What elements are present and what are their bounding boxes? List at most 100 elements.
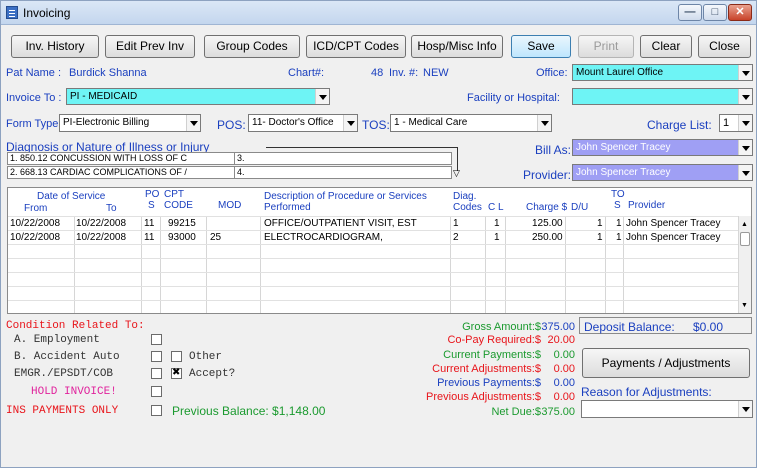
- chevron-down-icon[interactable]: [738, 89, 752, 104]
- payments-adjustments-button[interactable]: Payments / Adjustments: [582, 348, 750, 378]
- invoice-to-label: Invoice To :: [6, 92, 62, 104]
- row-charge: 250.00: [532, 232, 563, 243]
- condition-heading: Condition Related To:: [6, 320, 145, 332]
- row-diag: 1: [453, 218, 459, 229]
- group-codes-button[interactable]: Group Codes: [204, 35, 300, 58]
- row-from-date: 10/22/2008: [10, 218, 61, 229]
- print-button[interactable]: Print: [578, 35, 634, 58]
- pos-select[interactable]: 11- Doctor's Office: [248, 114, 358, 132]
- deposit-balance-value: $0.00: [693, 320, 724, 334]
- chevron-down-icon[interactable]: [343, 115, 357, 131]
- diagnosis-4[interactable]: 4.: [234, 166, 452, 179]
- chevron-down-icon[interactable]: [738, 65, 752, 80]
- accept-checkbox[interactable]: [171, 367, 182, 379]
- bill-as-label: Bill As:: [535, 143, 572, 157]
- diagnosis-2[interactable]: 2. 668.13 CARDIAC COMPLICATIONS OF /: [7, 166, 235, 179]
- gross-amount-label: Gross Amount:$: [462, 321, 541, 333]
- copay-required-value: 20.00: [547, 334, 575, 346]
- inv-history-button[interactable]: Inv. History: [11, 35, 99, 58]
- row-du: 1: [597, 232, 603, 243]
- scroll-up-icon[interactable]: ▲: [741, 221, 748, 228]
- row-mod: 25: [210, 232, 222, 243]
- scroll-down-icon[interactable]: ▼: [741, 302, 748, 309]
- diagnosis-3[interactable]: 3.: [234, 152, 452, 165]
- chevron-down-icon[interactable]: [738, 115, 752, 131]
- minimize-button[interactable]: —: [678, 4, 702, 21]
- service-lines-grid: Date of Service From To PO S CPT CODE MO…: [7, 187, 752, 314]
- charge-list-select[interactable]: 1: [719, 114, 753, 132]
- provider-value: John Spencer Tracey: [576, 167, 671, 178]
- col-header-to: To: [106, 203, 117, 214]
- invoice-app-icon: [6, 6, 18, 19]
- chevron-down-icon[interactable]: [186, 115, 200, 131]
- col-header-cpt: CPT: [164, 189, 184, 200]
- accident-auto-checkbox[interactable]: [151, 351, 162, 362]
- pos-value: 11- Doctor's Office: [252, 117, 334, 128]
- tos-select[interactable]: 1 - Medical Care: [390, 114, 552, 132]
- col-header-du: D/U: [571, 202, 589, 213]
- close-button[interactable]: Close: [698, 35, 751, 58]
- accident-auto-label: B. Accident Auto: [14, 351, 120, 363]
- chevron-down-icon[interactable]: [315, 89, 329, 104]
- row-tos: 1: [616, 232, 622, 243]
- col-header-tos-2: S: [614, 200, 621, 211]
- emgr-checkbox[interactable]: [151, 368, 162, 379]
- ins-payments-only-checkbox[interactable]: [151, 405, 162, 416]
- diagnosis-1[interactable]: 1. 850.12 CONCUSSION WITH LOSS OF C: [7, 152, 235, 165]
- net-due-label: Net Due:$: [491, 406, 541, 418]
- current-adjustments-label: Current Adjustments:$: [432, 363, 541, 375]
- office-value: Mount Laurel Office: [576, 67, 664, 78]
- row-to-date: 10/22/2008: [76, 232, 127, 243]
- tos-value: 1 - Medical Care: [394, 117, 468, 128]
- chevron-down-icon[interactable]: [537, 115, 551, 131]
- grid-row-line: [8, 258, 738, 259]
- row-provider: John Spencer Tracey: [626, 232, 721, 243]
- gross-amount-value: 375.00: [541, 321, 575, 333]
- hosp-misc-info-button[interactable]: Hosp/Misc Info: [411, 35, 503, 58]
- chevron-down-icon[interactable]: [738, 401, 752, 417]
- previous-balance: Previous Balance: $1,148.00: [172, 404, 326, 418]
- previous-payments-label: Previous Payments:$: [437, 377, 541, 389]
- form-type-value: PI-Electronic Billing: [63, 117, 150, 128]
- invoicing-window: Invoicing — □ ✕ Inv. History Edit Prev I…: [0, 0, 757, 468]
- close-window-button[interactable]: ✕: [728, 4, 752, 21]
- charge-list-label: Charge List:: [647, 118, 712, 132]
- office-select[interactable]: Mount Laurel Office: [572, 64, 753, 81]
- row-cl: 1: [494, 218, 500, 229]
- maximize-button[interactable]: □: [703, 4, 727, 21]
- reason-for-adjustments-select[interactable]: [581, 400, 753, 418]
- edit-prev-inv-button[interactable]: Edit Prev Inv: [105, 35, 195, 58]
- chevron-down-icon[interactable]: [738, 140, 752, 155]
- minimize-icon: —: [684, 6, 696, 18]
- inv-number-label: Inv. #:: [389, 67, 419, 79]
- form-type-select[interactable]: PI-Electronic Billing: [59, 114, 201, 132]
- hold-invoice-checkbox[interactable]: [151, 386, 162, 397]
- net-due-value: 375.00: [541, 406, 575, 418]
- accept-label: Accept?: [189, 368, 236, 380]
- save-button[interactable]: Save: [511, 35, 571, 58]
- grid-scrollbar[interactable]: ▲ ▼: [738, 216, 751, 313]
- clear-button[interactable]: Clear: [640, 35, 692, 58]
- other-checkbox[interactable]: [171, 351, 182, 362]
- scroll-thumb[interactable]: [740, 232, 750, 246]
- other-label: Other: [189, 351, 223, 363]
- invoice-to-select[interactable]: PI - MEDICAID: [66, 88, 330, 105]
- hold-invoice-label: HOLD INVOICE!: [31, 386, 117, 398]
- row-description: ELECTROCARDIOGRAM,: [264, 232, 383, 243]
- row-tos: 1: [616, 218, 622, 229]
- bill-as-select[interactable]: John Spencer Tracey: [572, 139, 753, 156]
- icd-cpt-codes-button[interactable]: ICD/CPT Codes: [306, 35, 406, 58]
- col-header-diag: Diag.: [453, 191, 477, 202]
- facility-label: Facility or Hospital:: [467, 92, 560, 104]
- provider-select[interactable]: John Spencer Tracey: [572, 164, 753, 181]
- previous-adjustments-value: 0.00: [553, 391, 575, 403]
- col-header-mod: MOD: [218, 200, 242, 211]
- current-payments-value: 0.00: [553, 349, 575, 361]
- facility-select[interactable]: [572, 88, 753, 105]
- previous-payments-value: 0.00: [553, 377, 575, 389]
- form-type-label: Form Type:: [6, 118, 62, 130]
- col-header-description: Description of Procedure or Services: [264, 191, 427, 202]
- chevron-down-icon[interactable]: [738, 165, 752, 180]
- employment-checkbox[interactable]: [151, 334, 162, 345]
- inv-number-value: NEW: [423, 67, 449, 79]
